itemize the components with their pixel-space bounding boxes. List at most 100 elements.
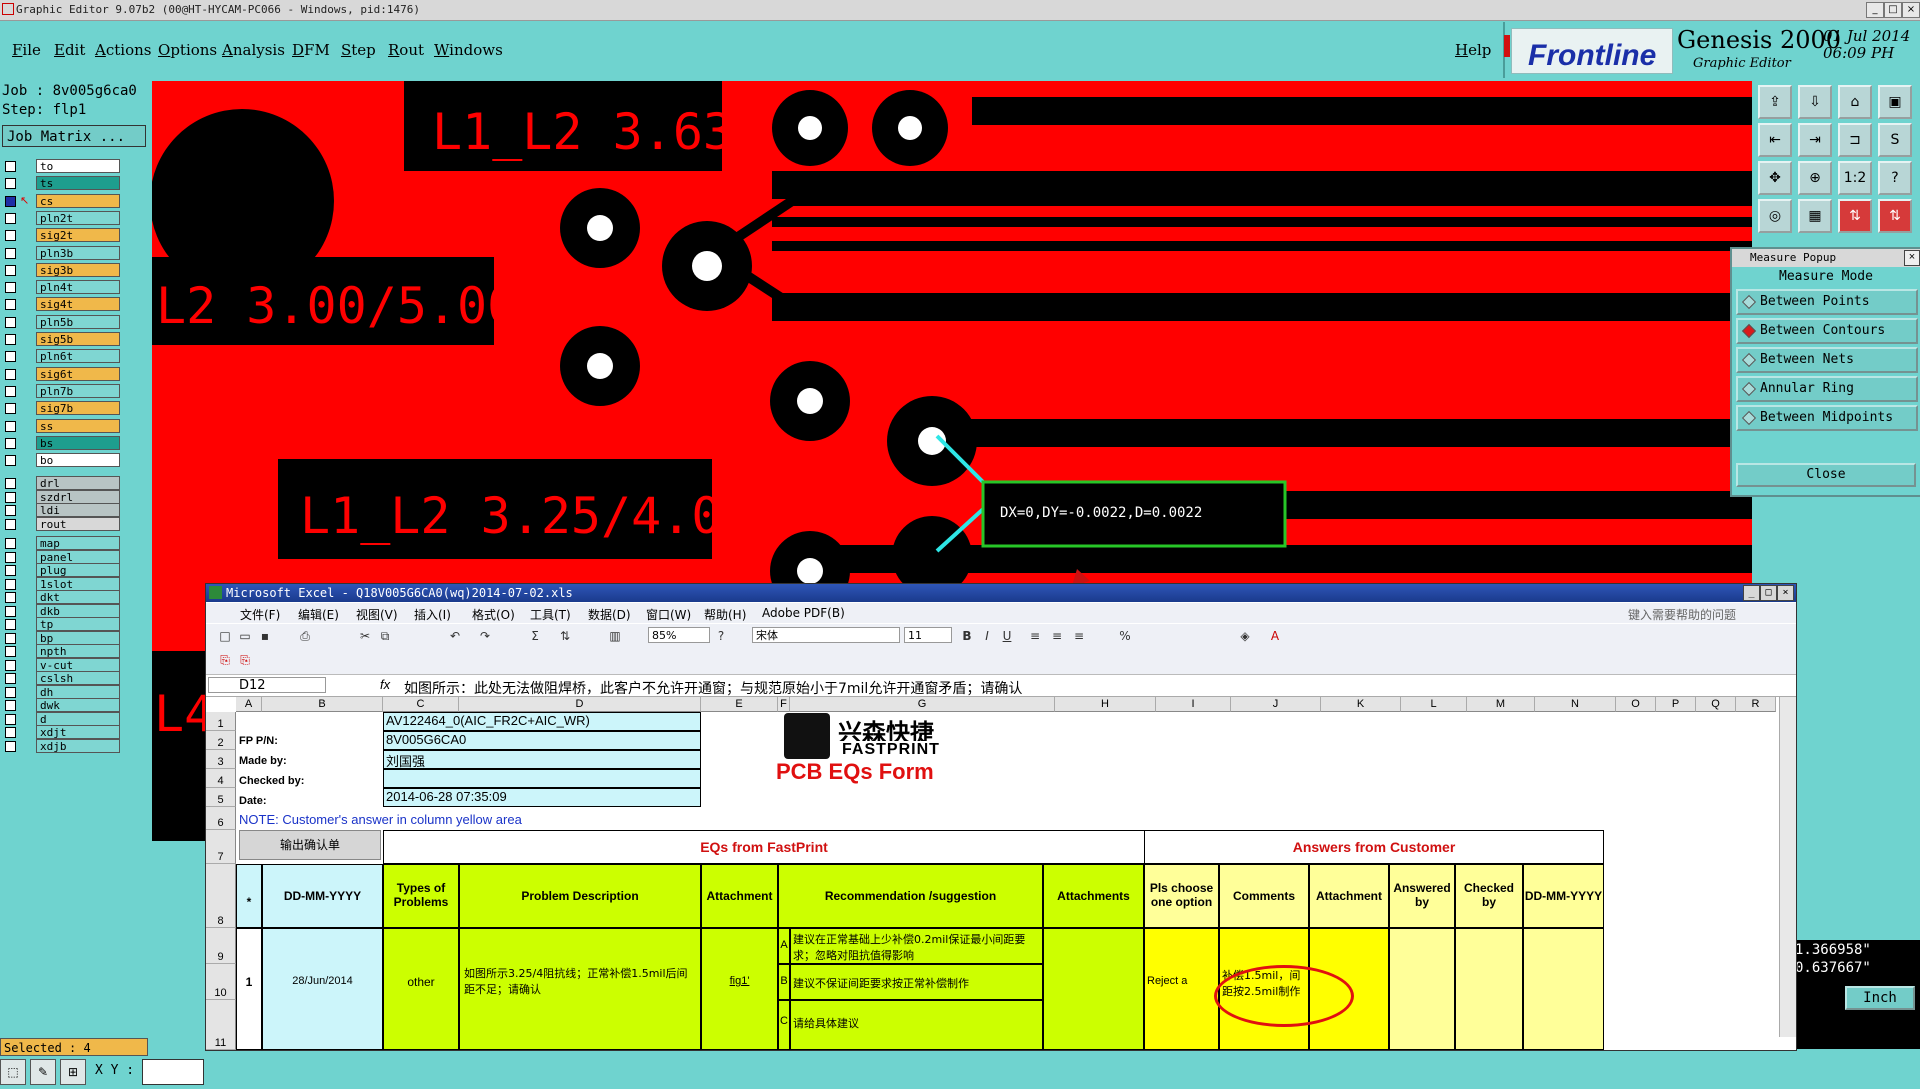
xy-input[interactable] [142, 1059, 204, 1085]
layer-row-sig4t[interactable]: sig4t [2, 297, 120, 312]
layer-row-sig2t[interactable]: sig2t [2, 228, 120, 243]
layer-checkbox[interactable] [5, 212, 16, 224]
redraw-icon[interactable]: S [1878, 123, 1912, 157]
xl-menu-view[interactable]: 视图(V) [356, 606, 398, 623]
xl-menu-format[interactable]: 格式(O) [472, 606, 515, 623]
new-icon[interactable]: □ [216, 627, 234, 645]
row-header[interactable]: 5 [206, 788, 236, 807]
layer-name[interactable]: pln2t [36, 210, 120, 225]
column-header[interactable]: M [1467, 697, 1535, 712]
copy-icon[interactable]: ⧉ [376, 627, 394, 645]
cut-icon[interactable]: ✂ [356, 627, 374, 645]
layer-checkbox[interactable] [5, 316, 16, 328]
layer-name[interactable]: ss [36, 418, 120, 433]
xl-menu-window[interactable]: 窗口(W) [646, 606, 691, 623]
formula-input[interactable]: 如图所示：此处无法做阻焊桥，此客户不允许开通窗；与规范原始小于7mil允许开通窗… [404, 678, 1022, 698]
layer-row-sig5b[interactable]: sig5b [2, 332, 120, 347]
unit-button[interactable]: Inch [1845, 986, 1915, 1010]
option-between-points[interactable]: Between Points [1736, 289, 1918, 315]
fill-color-icon[interactable]: ◈ [1236, 627, 1254, 645]
job-matrix-button[interactable]: Job Matrix ... [2, 125, 146, 147]
layer-checkbox[interactable] [5, 403, 16, 415]
row-header[interactable]: 9 [206, 928, 236, 964]
pdf-email-icon[interactable]: ⎘ [236, 651, 254, 669]
layer-checkbox[interactable] [5, 385, 16, 397]
minimize-button[interactable]: _ [1866, 2, 1884, 18]
layer-name[interactable]: dwk [36, 698, 120, 713]
xl-menu-insert[interactable]: 插入(I) [414, 606, 451, 623]
layer-name[interactable]: bo [36, 453, 120, 468]
save-icon[interactable]: ⇩ [1798, 85, 1832, 119]
layer-name[interactable]: to [36, 159, 120, 173]
menu-dfm[interactable]: DFM [292, 41, 330, 59]
column-header[interactable]: A [236, 697, 262, 712]
layer-checkbox[interactable] [5, 619, 16, 631]
layer-checkbox[interactable] [5, 299, 16, 311]
help-icon[interactable]: ? [712, 627, 730, 645]
column-header[interactable]: R [1736, 697, 1776, 712]
snap-icon[interactable]: ◎ [1758, 199, 1792, 233]
column-header[interactable]: L [1401, 697, 1467, 712]
layer-name[interactable]: cs [36, 193, 120, 208]
column-header[interactable]: N [1535, 697, 1616, 712]
row-choice[interactable]: Reject a [1144, 928, 1219, 1050]
layer-name[interactable]: panel [36, 549, 120, 564]
row-header[interactable]: 4 [206, 769, 236, 788]
column-header[interactable]: I [1156, 697, 1231, 712]
draw-tool-icon[interactable]: ✎ [30, 1059, 56, 1085]
layer-name[interactable]: pln3b [36, 245, 120, 260]
layer-row-cs[interactable]: ↖ cs [2, 193, 120, 209]
row-header[interactable]: 8 [206, 864, 236, 928]
layer-checkbox[interactable] [5, 247, 16, 259]
zoom-window-icon[interactable]: ⊐ [1838, 123, 1872, 157]
grid-tool-icon[interactable]: ⊞ [60, 1059, 86, 1085]
column-header[interactable]: P [1656, 697, 1696, 712]
xl-menu-help[interactable]: 帮助(H) [704, 606, 746, 623]
pdf-icon[interactable]: ⎘ [216, 651, 234, 669]
column-header[interactable]: C [383, 697, 459, 712]
layer-checkbox[interactable] [5, 592, 16, 604]
xl-menu-file[interactable]: 文件(F) [240, 606, 280, 623]
row-header[interactable]: 10 [206, 964, 236, 1000]
layer-name[interactable]: xdjb [36, 738, 120, 753]
layer-row-to[interactable]: to [2, 159, 120, 174]
layer-name[interactable]: dkb [36, 603, 120, 618]
cell-c1[interactable]: AV122464_0(AIC_FR2C+AIC_WR) [383, 712, 701, 731]
layer-checkbox[interactable] [5, 437, 16, 449]
sort-icon[interactable]: ⇅ [556, 627, 574, 645]
row-header[interactable]: 3 [206, 750, 236, 769]
menu-analysis[interactable]: Analysis [222, 41, 285, 59]
align-left-icon[interactable]: ≡ [1026, 627, 1044, 645]
underline-icon[interactable]: U [998, 627, 1016, 645]
help-icon[interactable]: ? [1878, 161, 1912, 195]
column-header[interactable]: O [1616, 697, 1656, 712]
layer-name[interactable]: sig2t [36, 228, 120, 243]
row-header[interactable]: 1 [206, 712, 236, 731]
confirm-output-button[interactable]: 输出确认单 [239, 830, 381, 860]
layer-row-pln4t[interactable]: pln4t [2, 280, 120, 295]
column-header[interactable]: D [459, 697, 701, 712]
pan-right-icon[interactable]: ⇥ [1798, 123, 1832, 157]
layer-row-ss[interactable]: ss [2, 418, 120, 434]
layer-checkbox[interactable] [5, 646, 16, 658]
help-search-box[interactable]: 键入需要帮助的问题 [1628, 606, 1736, 623]
cell-fp[interactable]: 8V005G6CA0 [383, 731, 701, 750]
popup-close-button[interactable]: Close [1736, 463, 1916, 487]
bold-icon[interactable]: B [958, 627, 976, 645]
layer-checkbox[interactable] [5, 505, 16, 517]
layer-name[interactable]: szdrl [36, 489, 120, 504]
layer-name[interactable]: ts [36, 176, 120, 191]
row-answered[interactable] [1389, 928, 1455, 1050]
layer-checkbox[interactable] [5, 632, 16, 644]
layer-checkbox[interactable] [5, 686, 16, 698]
layer-checkbox[interactable] [5, 659, 16, 671]
font-color-icon[interactable]: A [1266, 627, 1284, 645]
excel-close-button[interactable]: × [1777, 585, 1794, 601]
excel-maximize-button[interactable]: □ [1760, 585, 1777, 601]
rec-option-b[interactable]: 建议不保证间距要求按正常补偿制作 [790, 964, 1043, 1000]
maximize-button[interactable]: □ [1884, 2, 1902, 18]
layer-name[interactable]: sig6t [36, 366, 120, 381]
row-header[interactable]: 2 [206, 731, 236, 750]
layer-checkbox[interactable] [5, 700, 16, 712]
layer-name[interactable]: sig7b [36, 401, 120, 416]
